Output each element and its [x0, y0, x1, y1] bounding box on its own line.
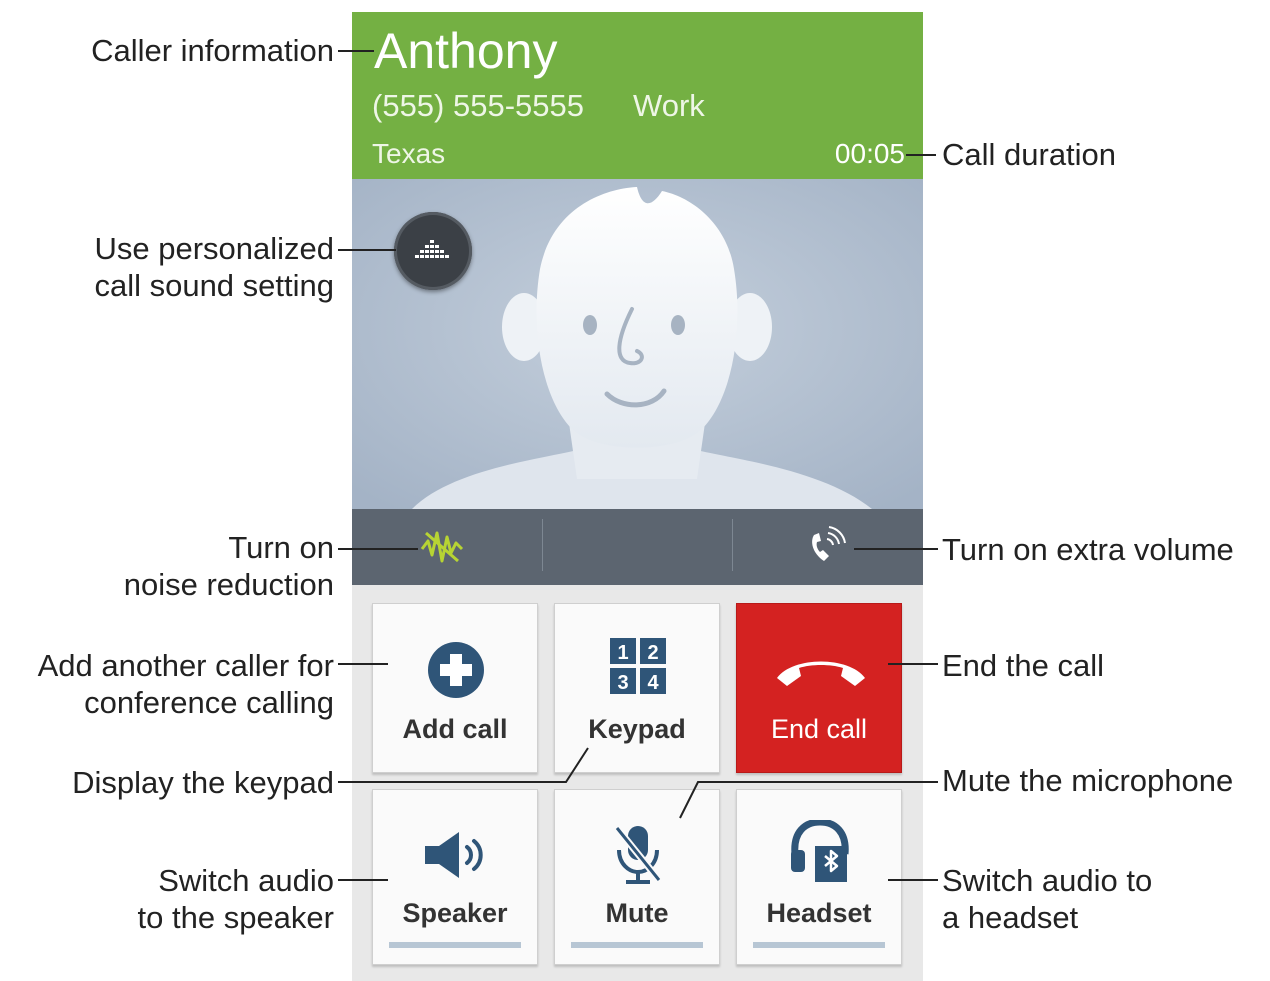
callout-noise-reduction: Turn on noise reduction — [124, 529, 334, 603]
callout-line: Use personalized — [94, 231, 334, 266]
keypad-digit: 1 — [617, 642, 628, 664]
callout-caller-information: Caller information — [91, 33, 334, 68]
caller-number: (555) 555-5555 — [372, 88, 584, 123]
microphone-muted-icon — [614, 825, 662, 884]
call-duration: 00:05 — [834, 138, 905, 169]
speaker-label: Speaker — [402, 898, 508, 928]
callout-sound-setting: Use personalized call sound setting — [94, 230, 334, 304]
callout-switch-headset: Switch audio to a headset — [942, 862, 1152, 936]
bluetooth-headset-icon — [791, 820, 849, 882]
callout-add-caller: Add another caller for conference callin… — [38, 647, 334, 721]
noise-reduction-button[interactable] — [420, 527, 464, 567]
keypad-label: Keypad — [588, 714, 686, 744]
keypad-digit: 3 — [617, 672, 628, 694]
call-buttons-panel: Add call 1 2 3 4 Keypad End call Speaker… — [352, 585, 923, 981]
callout-end-call: End the call — [942, 648, 1104, 683]
caller-name: Anthony — [374, 23, 558, 79]
callout-line: a headset — [942, 900, 1079, 935]
mute-status-bar — [571, 942, 703, 948]
mute-button[interactable]: Mute — [554, 789, 720, 965]
callout-mute-microphone: Mute the microphone — [942, 763, 1234, 798]
headset-button[interactable]: Headset — [736, 789, 902, 965]
end-call-label: End call — [770, 714, 868, 744]
callout-call-duration: Call duration — [942, 137, 1117, 172]
callout-line: Switch audio — [158, 863, 334, 898]
callout-display-keypad: Display the keypad — [72, 765, 334, 800]
add-call-button[interactable]: Add call — [372, 603, 538, 773]
mute-label: Mute — [605, 898, 669, 928]
add-call-label: Add call — [402, 714, 508, 744]
callout-line: to the speaker — [137, 900, 334, 935]
phone-hangup-icon — [777, 661, 865, 686]
keypad-icon: 1 2 3 4 — [610, 638, 666, 694]
headset-status-bar — [753, 942, 885, 948]
caller-location: Texas — [372, 138, 446, 169]
plus-circle-icon — [428, 642, 484, 698]
extra-volume-button[interactable] — [804, 523, 848, 567]
end-call-button[interactable]: End call — [736, 603, 902, 773]
callout-line: conference calling — [84, 685, 334, 720]
speaker-status-bar — [389, 942, 521, 948]
personalized-sound-button[interactable] — [394, 212, 472, 290]
bar-divider — [542, 519, 543, 571]
headset-label: Headset — [766, 898, 872, 928]
keypad-button[interactable]: 1 2 3 4 Keypad — [554, 603, 720, 773]
callout-line: Switch audio to — [942, 863, 1153, 898]
noise-reduction-icon — [420, 531, 464, 563]
extra-volume-icon — [812, 526, 846, 561]
speaker-button[interactable]: Speaker — [372, 789, 538, 965]
callout-line: Turn on — [228, 530, 334, 565]
callout-switch-speaker: Switch audio to the speaker — [138, 862, 334, 936]
equalizer-icon — [415, 240, 449, 258]
callout-line: call sound setting — [94, 268, 334, 303]
callout-line: noise reduction — [123, 567, 334, 602]
phone-screen: Anthony (555) 555-5555 Work Texas 00:05 — [352, 12, 923, 981]
keypad-digit: 2 — [647, 642, 658, 664]
bar-divider — [732, 519, 733, 571]
call-control-bar — [352, 509, 923, 585]
caller-header: Anthony (555) 555-5555 Work Texas 00:05 — [352, 12, 923, 179]
caller-number-label: Work — [633, 88, 705, 123]
speaker-icon — [425, 832, 483, 878]
keypad-digit: 4 — [647, 672, 659, 694]
callout-extra-volume: Turn on extra volume — [942, 532, 1234, 567]
callout-line: Add another caller for — [37, 648, 334, 683]
